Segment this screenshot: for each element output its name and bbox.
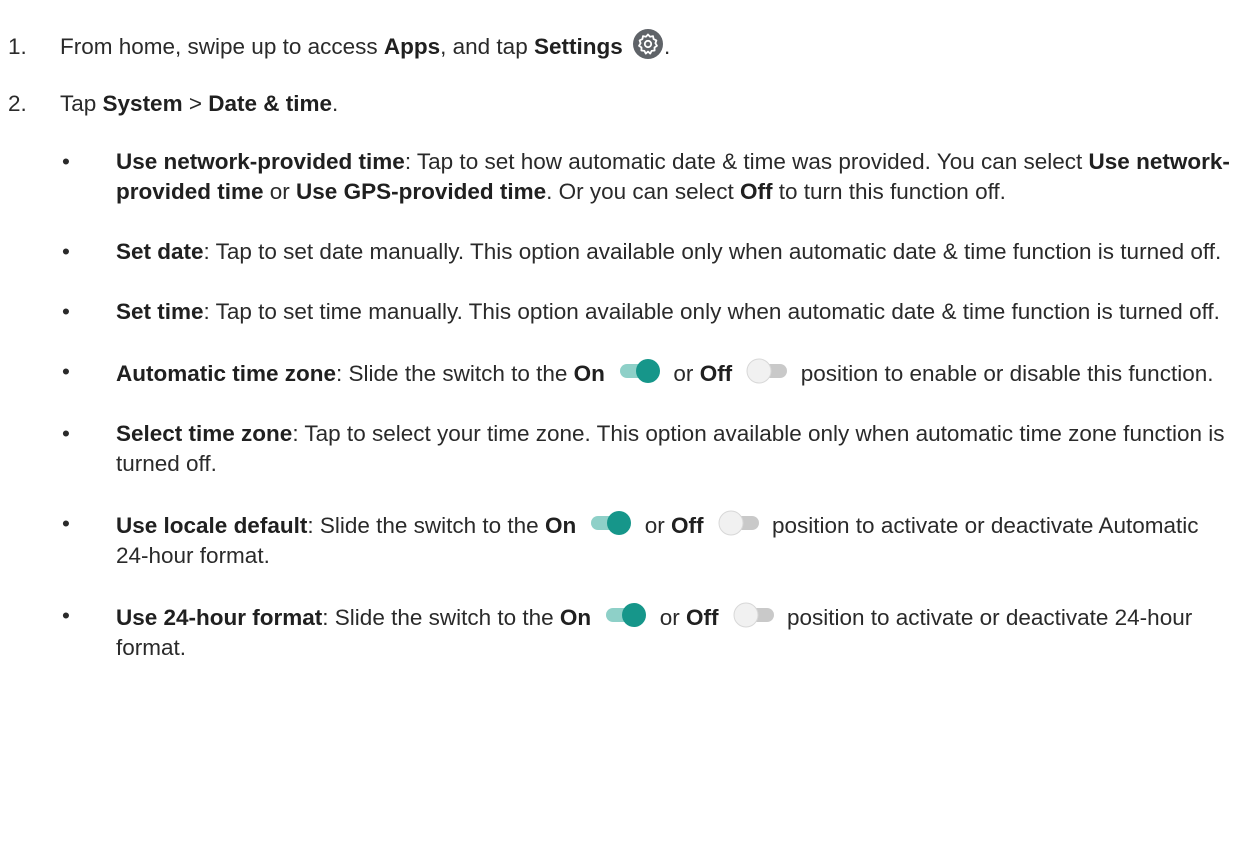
- list-item-network-time: • Use network-provided time: Tap to set …: [62, 147, 1232, 207]
- off-label: Off: [670, 513, 704, 538]
- switch-off-icon: [746, 358, 788, 384]
- item-title: Use network-provided time: [116, 149, 405, 174]
- item-text: : Tap to set time manually. This option …: [203, 299, 1220, 324]
- bullet-glyph: •: [62, 299, 70, 324]
- bullet-glyph: •: [62, 511, 70, 536]
- apps-label: Apps: [383, 34, 441, 59]
- switch-off-icon: [718, 510, 759, 536]
- date-time-label: Date & time: [208, 91, 333, 116]
- step-text: From home, swipe up to access: [60, 34, 384, 59]
- switch-on-icon: [606, 603, 647, 627]
- step-text: .: [664, 34, 671, 59]
- switch-on-icon: [620, 359, 661, 383]
- list-item-set-date: • Set date: Tap to set date manually. Th…: [62, 237, 1232, 267]
- step-text: Tap: [60, 91, 103, 116]
- item-text: : Slide the switch to the: [307, 513, 545, 538]
- item-title: Use 24-hour format: [116, 605, 323, 630]
- settings-gear-icon: [633, 29, 663, 59]
- item-text: : Slide the switch to the: [336, 361, 574, 386]
- off-label: Off: [685, 605, 719, 630]
- item-title: Set date: [116, 239, 204, 264]
- item-title: Select time zone: [116, 421, 293, 446]
- item-title: Automatic time zone: [116, 361, 337, 386]
- bullet-glyph: •: [62, 603, 70, 628]
- list-item-set-time: • Set time: Tap to set time manually. Th…: [62, 297, 1232, 327]
- item-text: or: [638, 513, 671, 538]
- on-label: On: [544, 513, 577, 538]
- date-time-options-list: • Use network-provided time: Tap to set …: [62, 147, 1232, 693]
- option-off: Off: [739, 179, 773, 204]
- bullet-glyph: •: [62, 149, 70, 174]
- item-text: position to enable or disable this funct…: [794, 361, 1214, 386]
- step-text: , and tap: [440, 34, 534, 59]
- switch-on-icon: [591, 511, 632, 535]
- step-text: >: [182, 91, 209, 116]
- item-text: . Or you can select: [546, 179, 740, 204]
- step-number: 2.: [8, 91, 27, 116]
- list-item-use-locale-default: • Use locale default: Slide the switch t…: [62, 509, 1232, 571]
- step-number: 1.: [8, 34, 27, 59]
- off-label: Off: [699, 361, 733, 386]
- on-label: On: [559, 605, 592, 630]
- bullet-glyph: •: [62, 421, 70, 446]
- bullet-glyph: •: [62, 359, 70, 384]
- step-1: 1. From home, swipe up to access Apps, an…: [8, 28, 670, 62]
- list-item-automatic-time-zone: • Automatic time zone: Slide the switch …: [62, 357, 1232, 389]
- instructions-page: 1. From home, swipe up to access Apps, an…: [0, 0, 1249, 846]
- item-text: or: [653, 605, 686, 630]
- item-text: : Tap to set date manually. This option …: [203, 239, 1222, 264]
- item-text: : Slide the switch to the: [322, 605, 560, 630]
- item-text: or: [667, 361, 700, 386]
- step-2: 2. Tap System > Date & time.: [8, 89, 338, 119]
- settings-label: Settings: [533, 34, 623, 59]
- option-gps-time: Use GPS-provided time: [296, 179, 547, 204]
- switch-off-icon: [733, 602, 774, 628]
- item-text: : Tap to set how automatic date & time w…: [404, 149, 1089, 174]
- list-item-use-24-hour-format: • Use 24-hour format: Slide the switch t…: [62, 601, 1232, 663]
- bullet-glyph: •: [62, 239, 70, 264]
- item-text: to turn this function off.: [772, 179, 1006, 204]
- step-text: .: [332, 91, 339, 116]
- item-title: Set time: [116, 299, 204, 324]
- list-item-select-time-zone: • Select time zone: Tap to select your t…: [62, 419, 1232, 479]
- system-label: System: [102, 91, 183, 116]
- on-label: On: [573, 361, 605, 386]
- item-text: or: [263, 179, 297, 204]
- item-title: Use locale default: [116, 513, 308, 538]
